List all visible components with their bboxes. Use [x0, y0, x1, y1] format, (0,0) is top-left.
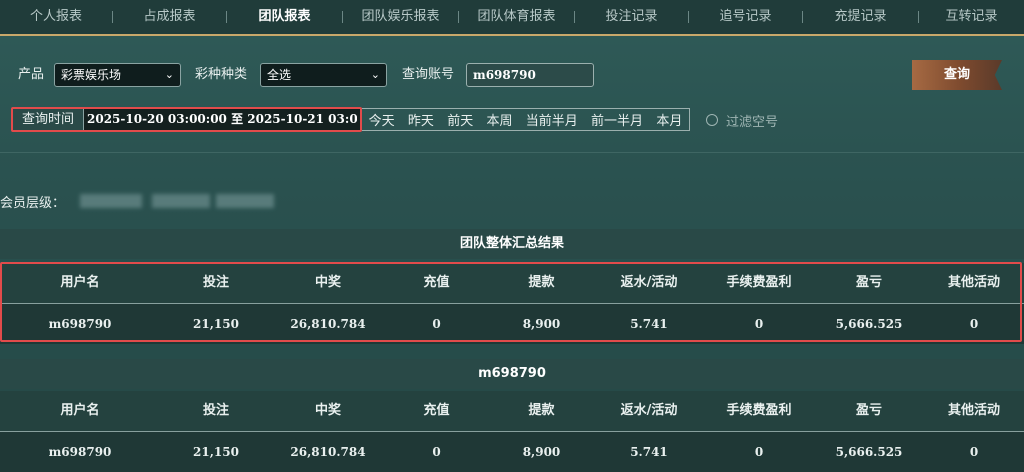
column-header: 用户名 [60, 403, 100, 418]
quick-range-4[interactable]: 当前半月 [526, 110, 578, 129]
chevron-down-icon: ⌄ [370, 68, 380, 81]
column-header: 用户名 [60, 275, 100, 290]
redacted-text [80, 194, 142, 208]
divider [0, 152, 1024, 153]
account-input[interactable]: m698790 [466, 63, 594, 87]
table-row: m698790 21,150 26,810.784 0 8,900 5.741 0 5,666… [0, 304, 1024, 344]
tab-5[interactable]: 投注记录 [575, 0, 688, 34]
product-select[interactable]: 彩票娱乐场 ⌄ [54, 63, 181, 87]
table-cell: 8,900 [522, 445, 561, 459]
radio-icon [706, 114, 718, 126]
detail-title: m698790 [0, 359, 1024, 389]
query-time-label: 查询时间 [13, 109, 84, 130]
table-cell: m698790 [48, 317, 112, 331]
tab-0[interactable]: 个人报表 [0, 0, 112, 34]
column-header: 提款 [528, 403, 555, 418]
table-cell: 0 [754, 317, 764, 331]
table-cell: 5.741 [630, 317, 668, 331]
quick-range-2[interactable]: 前天 [447, 110, 473, 129]
tab-1[interactable]: 占成报表 [113, 0, 226, 34]
redacted-text [152, 194, 210, 208]
column-header: 其他活动 [947, 403, 1000, 418]
column-header: 盈亏 [855, 275, 882, 290]
chevron-down-icon: ⌄ [164, 68, 174, 81]
table-cell: m698790 [48, 445, 112, 459]
quick-range-3[interactable]: 本周 [486, 110, 512, 129]
column-header: 投注 [202, 275, 229, 290]
quick-range-0[interactable]: 今天 [369, 110, 395, 129]
table-cell: 0 [969, 445, 979, 459]
tab-8[interactable]: 互转记录 [919, 0, 1024, 34]
column-header: 投注 [202, 403, 229, 418]
column-header: 中奖 [314, 275, 341, 290]
table-header: 用户名 投注 中奖 充值 提款 返水/活动 手续费盈利 盈亏 其他活动 [0, 391, 1024, 432]
table-header: 用户名 投注 中奖 充值 提款 返水/活动 手续费盈利 盈亏 其他活动 [0, 263, 1024, 304]
category-select-value: 全选 [267, 68, 292, 82]
filter-empty-label: 过滤空号 [726, 114, 779, 130]
table-cell: 26,810.784 [290, 445, 366, 459]
summary-table: 用户名 投注 中奖 充值 提款 返水/活动 手续费盈利 盈亏 其他活动 m698790 21,150… [0, 263, 1024, 344]
tab-7[interactable]: 充提记录 [803, 0, 918, 34]
column-header: 返水/活动 [620, 403, 678, 418]
column-header: 中奖 [314, 403, 341, 418]
account-label: 查询账号 [402, 67, 455, 82]
table-cell: 5,666.525 [835, 445, 903, 459]
quick-range-group: 今天 昨天 前天 本周 当前半月 前一半月 本月 [362, 108, 690, 131]
column-header: 充值 [423, 403, 450, 418]
column-header: 手续费盈利 [726, 275, 792, 290]
summary-title: 团队整体汇总结果 [0, 229, 1024, 259]
table-cell: 0 [754, 445, 764, 459]
table-row: m698790 21,150 26,810.784 0 8,900 5.741 0 5,666… [0, 432, 1024, 472]
column-header: 盈亏 [855, 403, 882, 418]
query-time-box: 查询时间 2025-10-20 03:00:00 至 2025-10-21 03… [11, 107, 362, 132]
table-cell: 26,810.784 [290, 317, 366, 331]
quick-range-6[interactable]: 本月 [656, 110, 682, 129]
quick-range-1[interactable]: 昨天 [408, 110, 434, 129]
category-label: 彩种种类 [195, 67, 248, 82]
member-level-label: 会员层级： [0, 196, 66, 211]
table-cell: 0 [432, 317, 441, 331]
top-nav: 个人报表 占成报表 团队报表 团队娱乐报表 团队体育报表 投注记录 追号记录 充提记录 互转记录 [0, 0, 1024, 36]
tab-2[interactable]: 团队报表 [227, 0, 342, 34]
table-cell: 8,900 [522, 317, 561, 331]
table-cell: 21,150 [193, 317, 239, 331]
product-select-value: 彩票娱乐场 [61, 68, 122, 82]
query-time-input[interactable]: 2025-10-20 03:00:00 至 2025-10-21 03:00:0… [87, 109, 357, 130]
column-header: 返水/活动 [620, 275, 678, 290]
table-cell: 0 [432, 445, 441, 459]
tab-4[interactable]: 团队体育报表 [459, 0, 574, 34]
product-label: 产品 [18, 67, 45, 82]
category-select[interactable]: 全选 ⌄ [260, 63, 387, 87]
table-cell: 5,666.525 [835, 317, 903, 331]
column-header: 其他活动 [947, 275, 1000, 290]
tab-6[interactable]: 追号记录 [689, 0, 802, 34]
column-header: 充值 [423, 275, 450, 290]
filter-empty-toggle[interactable]: 过滤空号 [706, 108, 778, 132]
tab-3[interactable]: 团队娱乐报表 [343, 0, 458, 34]
column-header: 提款 [528, 275, 555, 290]
redacted-text [216, 194, 274, 208]
table-cell: 0 [969, 317, 979, 331]
column-header: 手续费盈利 [726, 403, 792, 418]
table-cell: 21,150 [193, 445, 239, 459]
table-cell: 5.741 [630, 445, 668, 459]
detail-table: 用户名 投注 中奖 充值 提款 返水/活动 手续费盈利 盈亏 其他活动 m698790 21,150… [0, 391, 1024, 472]
quick-range-5[interactable]: 前一半月 [591, 110, 643, 129]
query-button[interactable]: 查询 [912, 60, 1002, 90]
